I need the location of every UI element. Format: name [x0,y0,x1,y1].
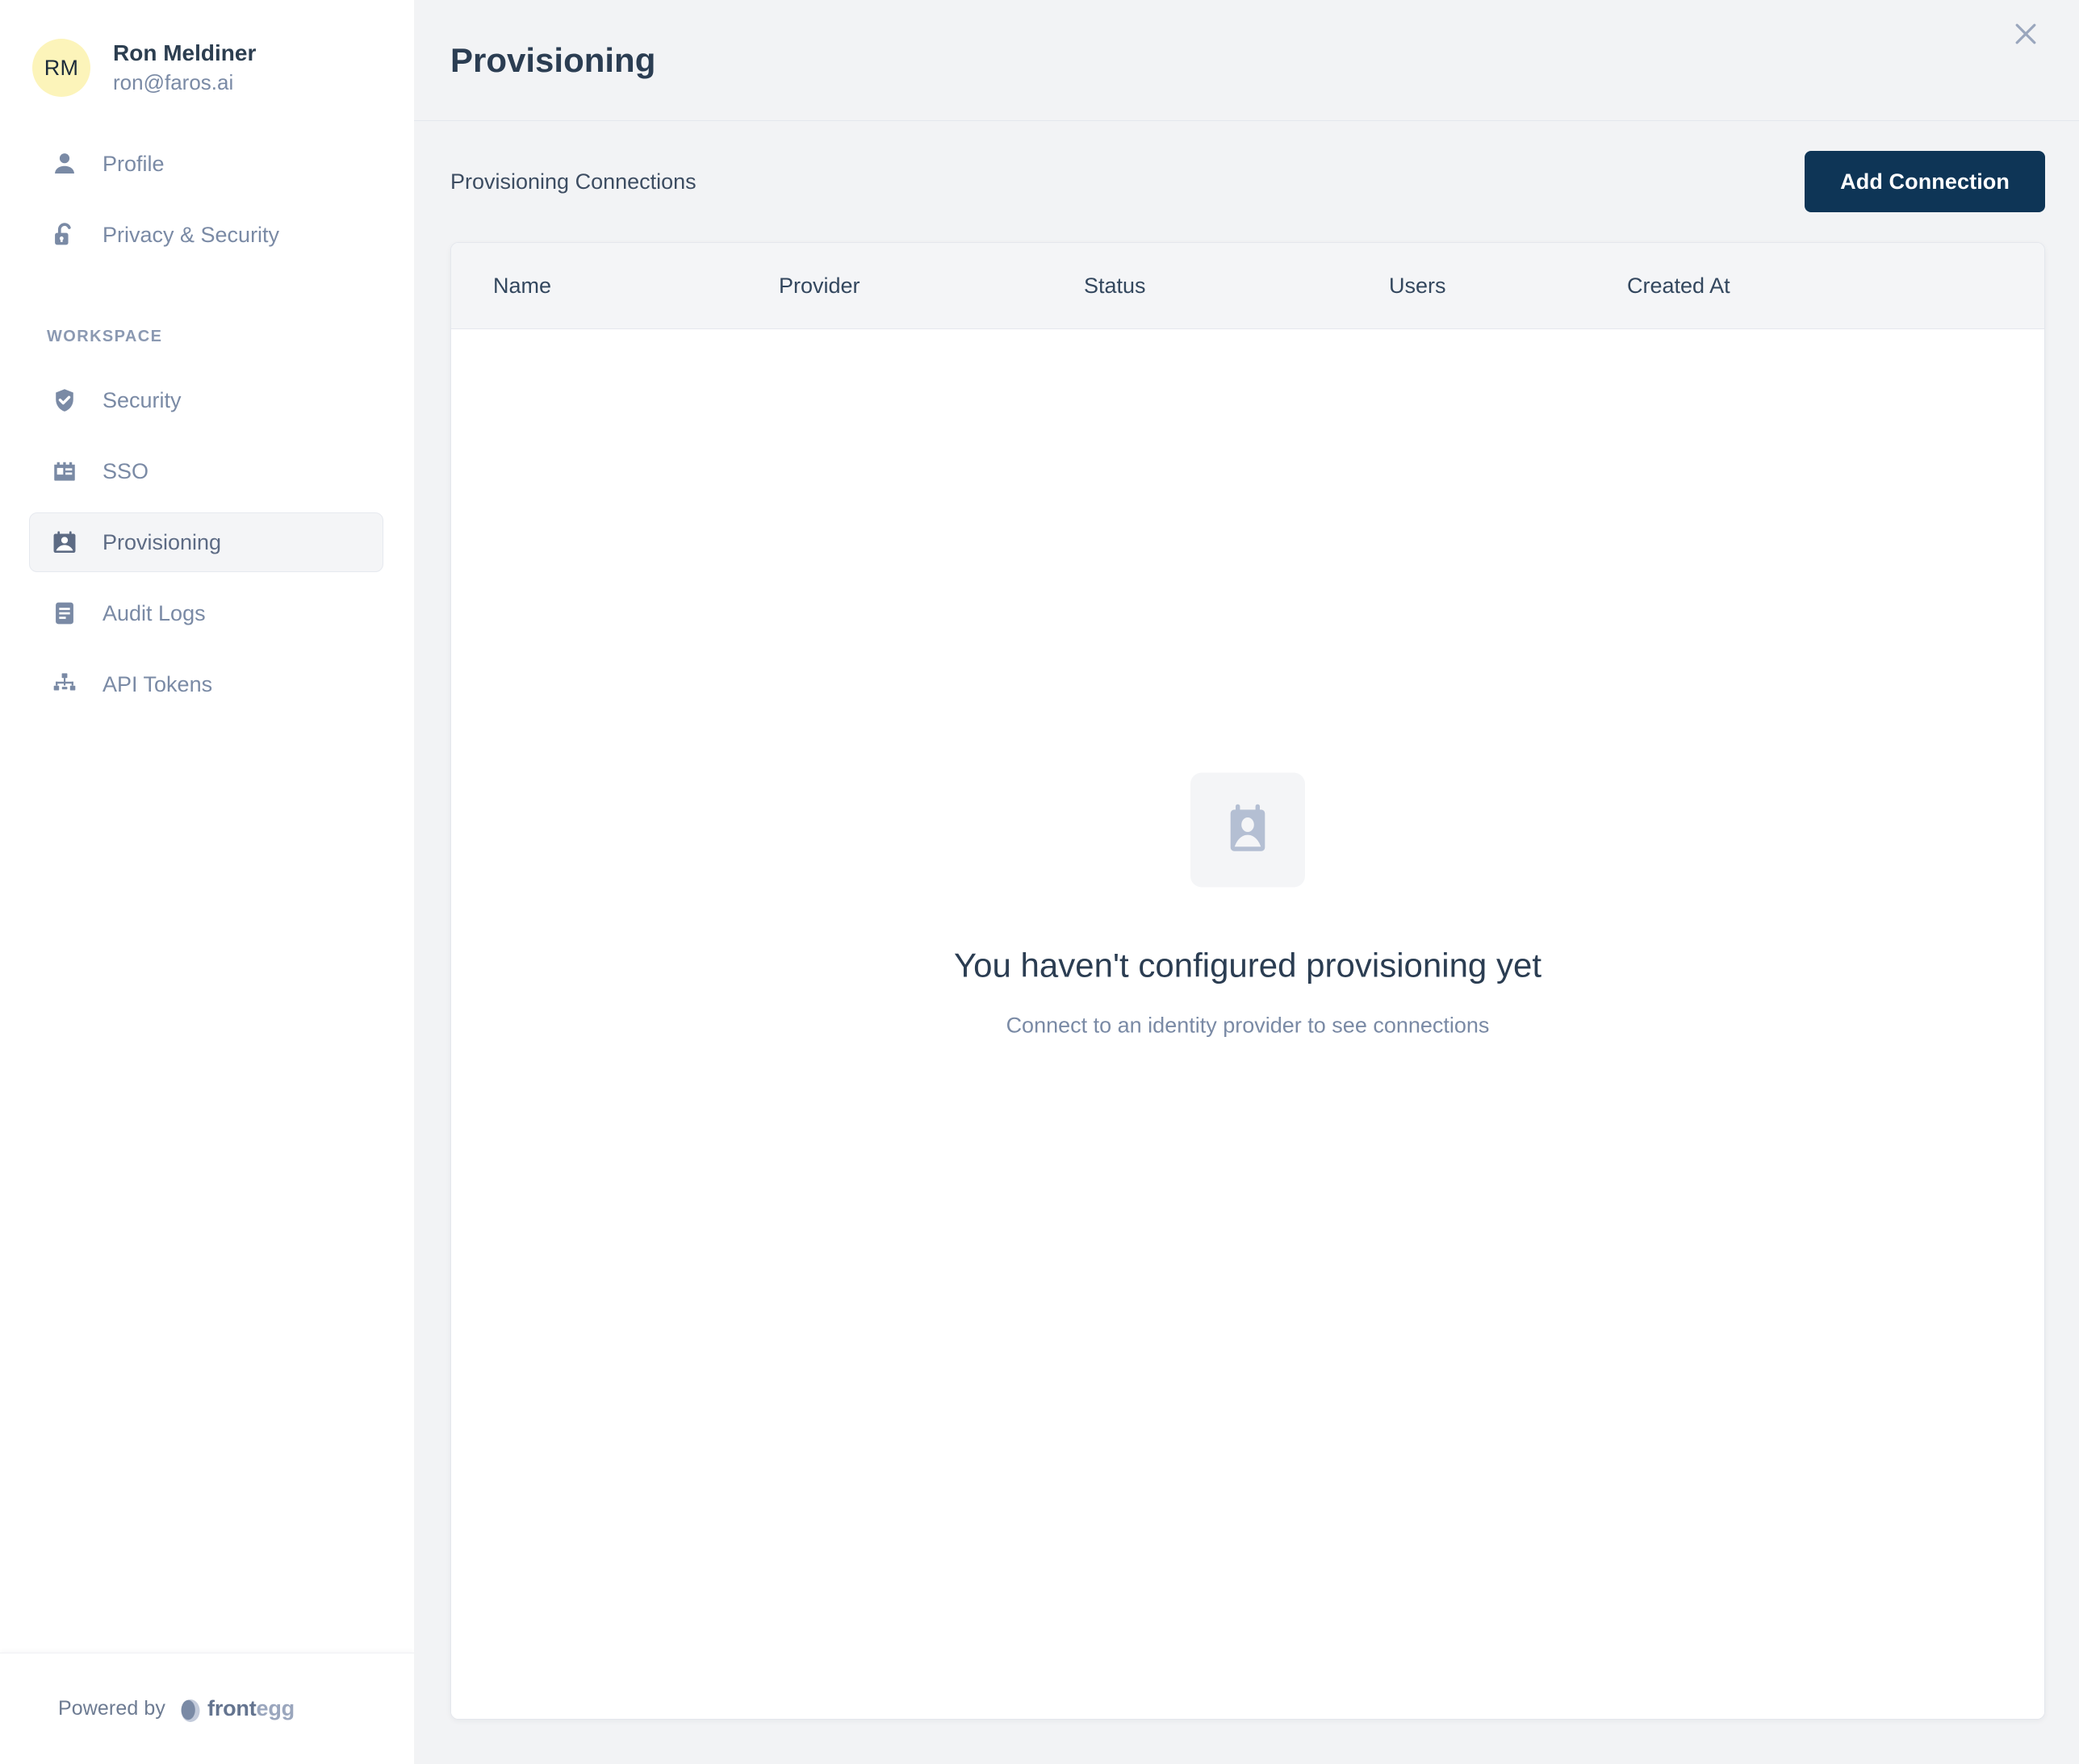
user-profile-block[interactable]: RM Ron Meldiner ron@faros.ai [0,0,414,97]
column-header-status[interactable]: Status [1076,274,1381,299]
user-meta: Ron Meldiner ron@faros.ai [113,40,256,95]
sidebar-item-provisioning[interactable]: Provisioning [29,512,383,572]
main-panel: Provisioning Provisioning Connections Ad… [414,0,2079,1764]
close-icon[interactable] [2003,11,2048,56]
sidebar-item-label: Security [102,387,182,412]
table-body: You haven't configured provisioning yet … [451,329,2044,1719]
settings-sidebar: RM Ron Meldiner ron@faros.ai Profile Pri… [0,0,414,1764]
person-icon [48,147,82,181]
sidebar-item-privacy-security[interactable]: Privacy & Security [29,205,383,265]
column-header-name[interactable]: Name [451,274,771,299]
sidebar-item-label: Profile [102,151,165,176]
sitemap-icon [48,667,82,701]
sidebar-item-label: Privacy & Security [102,222,280,247]
sidebar-item-profile[interactable]: Profile [29,134,383,194]
unlocked-padlock-icon [48,218,82,252]
frontegg-wordmark: frontegg [207,1696,295,1720]
subheader-bar: Provisioning Connections Add Connection [414,121,2079,242]
empty-state-title: You haven't configured provisioning yet [954,946,1541,984]
column-header-created-at[interactable]: Created At [1619,274,1926,299]
id-badge-icon [48,454,82,488]
empty-state-subtitle: Connect to an identity provider to see c… [1006,1013,1490,1038]
empty-state: You haven't configured provisioning yet … [451,772,2044,1038]
shield-check-icon [48,383,82,417]
sidebar-footer: Powered by frontegg [0,1653,414,1764]
egg-icon [181,1699,200,1722]
provisioning-settings-modal: RM Ron Meldiner ron@faros.ai Profile Pri… [0,0,2079,1764]
powered-by-label: Powered by [58,1697,166,1720]
user-card-icon [48,525,82,559]
sidebar-scroll-area: RM Ron Meldiner ron@faros.ai Profile Pri… [0,0,414,1764]
user-name: Ron Meldiner [113,40,257,65]
user-email: ron@faros.ai [113,70,234,95]
sidebar-item-sso[interactable]: SSO [29,441,383,501]
account-nav: Profile Privacy & Security [0,134,414,265]
frontegg-logo: frontegg [178,1695,295,1723]
page-header: Provisioning [414,0,2079,121]
add-connection-button[interactable]: Add Connection [1805,151,2045,212]
page-title: Provisioning [450,40,656,79]
sidebar-item-label: API Tokens [102,671,213,696]
sidebar-section-workspace: WORKSPACE [47,328,163,345]
sidebar-item-label: Audit Logs [102,600,206,625]
document-lines-icon [48,596,82,630]
sidebar-item-security[interactable]: Security [29,370,383,430]
avatar: RM [32,39,90,97]
user-id-card-icon [1219,799,1277,861]
connections-table-card: Name Provider Status Users Created At Yo… [450,242,2045,1720]
sidebar-item-api-tokens[interactable]: API Tokens [29,654,383,714]
column-header-users[interactable]: Users [1381,274,1619,299]
connections-table-wrapper: Name Provider Status Users Created At Yo… [414,242,2079,1764]
sidebar-item-label: Provisioning [102,529,222,554]
provisioning-connections-label: Provisioning Connections [450,169,696,194]
table-header-row: Name Provider Status Users Created At [451,243,2044,329]
sidebar-item-audit-logs[interactable]: Audit Logs [29,583,383,643]
workspace-nav: Security SSO Provisioning Audit Logs API… [0,370,414,714]
empty-state-icon-container [1190,772,1305,888]
sidebar-item-label: SSO [102,458,149,483]
column-header-provider[interactable]: Provider [771,274,1076,299]
